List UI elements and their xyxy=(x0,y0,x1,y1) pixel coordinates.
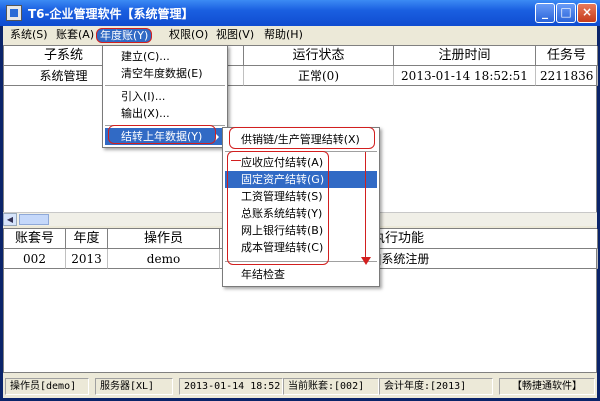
annotation-arrow xyxy=(365,152,366,260)
menu-year-account[interactable]: 年度账(Y) xyxy=(96,28,153,43)
scroll-thumb[interactable] xyxy=(19,214,49,225)
scroll-left-icon[interactable]: ◀ xyxy=(3,213,17,226)
table-cell-operator[interactable]: demo xyxy=(108,249,220,269)
menu-item-create[interactable]: 建立(C)... xyxy=(105,48,225,65)
menu-separator xyxy=(225,261,377,262)
status-brand: 【畅捷通软件】 xyxy=(499,378,595,395)
table-cell-status[interactable]: 正常(0) xyxy=(244,66,394,86)
column-header-operator[interactable]: 操作员 xyxy=(108,229,220,249)
annotation-tick xyxy=(231,160,241,161)
menu-separator xyxy=(105,125,225,126)
menu-separator xyxy=(105,85,225,86)
status-operator: 操作员[demo] xyxy=(5,378,89,395)
menu-item-year-end-check[interactable]: 年结检查 xyxy=(225,266,377,283)
submenu-arrow-icon xyxy=(215,133,219,141)
status-year: 会计年度:[2013] xyxy=(379,378,493,395)
minimize-button[interactable]: _ xyxy=(535,3,555,23)
status-bar: 操作员[demo] 服务器[XL] 2013-01-14 18:52 当前账套:… xyxy=(3,376,597,398)
close-button[interactable]: × xyxy=(577,3,597,23)
menu-item-supply-chain-carry[interactable]: 供销链/生产管理结转(X) xyxy=(225,131,377,148)
menu-item-carry-forward[interactable]: 结转上年数据(Y) xyxy=(105,128,225,145)
menu-item-online-bank-carry[interactable]: 网上银行结转(B) xyxy=(225,222,377,239)
menu-account[interactable]: 账套(A) xyxy=(53,28,97,43)
status-server: 服务器[XL] xyxy=(95,378,173,395)
app-icon xyxy=(6,5,22,21)
menu-item-clear-year-data[interactable]: 清空年度数据(E) xyxy=(105,65,225,82)
menu-item-import[interactable]: 引入(I)... xyxy=(105,88,225,105)
year-account-menu: 建立(C)... 清空年度数据(E) 引入(I)... 输出(X)... 结转上… xyxy=(102,45,228,148)
menu-item-cost-management-carry[interactable]: 成本管理结转(C) xyxy=(225,239,377,256)
column-header-account-number[interactable]: 账套号 xyxy=(4,229,66,249)
menu-help[interactable]: 帮助(H) xyxy=(261,28,306,43)
menu-item-receivable-payable-carry[interactable]: 应收应付结转(A) xyxy=(225,154,377,171)
menu-bar: 系统(S) 账套(A) 年度账(Y) 权限(O) 视图(V) 帮助(H) xyxy=(3,26,597,44)
menu-system[interactable]: 系统(S) xyxy=(7,28,51,43)
title-bar[interactable]: T6-企业管理软件【系统管理】 _ □ × xyxy=(0,0,600,26)
status-account: 当前账套:[002] xyxy=(283,378,379,395)
menu-item-carry-forward-label: 结转上年数据(Y) xyxy=(121,130,203,143)
menu-permission[interactable]: 权限(O) xyxy=(166,28,211,43)
column-header-register-time[interactable]: 注册时间 xyxy=(394,46,536,66)
column-header-task-number[interactable]: 任务号 xyxy=(536,46,598,66)
menu-item-fixed-assets-carry[interactable]: 固定资产结转(G) xyxy=(225,171,377,188)
maximize-button[interactable]: □ xyxy=(556,3,576,23)
menu-item-general-ledger-carry[interactable]: 总账系统结转(Y) xyxy=(225,205,377,222)
menu-item-payroll-carry[interactable]: 工资管理结转(S) xyxy=(225,188,377,205)
menu-view[interactable]: 视图(V) xyxy=(213,28,257,43)
menu-item-export[interactable]: 输出(X)... xyxy=(105,105,225,122)
table-cell-task-number[interactable]: 2211836 xyxy=(536,66,598,86)
table-cell-account-number[interactable]: 002 xyxy=(4,249,66,269)
table-cell-register-time[interactable]: 2013-01-14 18:52:51 xyxy=(394,66,536,86)
carry-forward-submenu: 供销链/生产管理结转(X) 应收应付结转(A) 固定资产结转(G) 工资管理结转… xyxy=(222,127,380,287)
status-datetime: 2013-01-14 18:52 xyxy=(179,378,283,395)
table-cell-year[interactable]: 2013 xyxy=(66,249,108,269)
menu-separator xyxy=(225,151,377,152)
column-header-year[interactable]: 年度 xyxy=(66,229,108,249)
column-header-status[interactable]: 运行状态 xyxy=(244,46,394,66)
window-title: T6-企业管理软件【系统管理】 xyxy=(28,7,194,21)
annotation-arrow-head xyxy=(361,257,371,265)
